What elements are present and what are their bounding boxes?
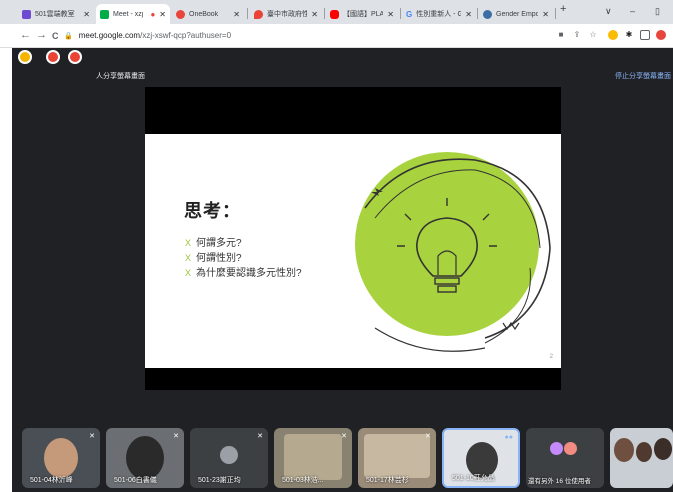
location-pin-icon	[254, 9, 263, 19]
meet-area: 人分享螢幕畫面 停止分享螢幕畫面 思考： X 何謂多元? X 何謂性別? X 為…	[12, 48, 673, 492]
close-icon[interactable]: ✕	[311, 10, 318, 19]
lock-icon: 🔒	[64, 33, 73, 40]
close-icon[interactable]: ✕	[542, 10, 549, 19]
more-participants-tile[interactable]: 還有另外 16 位使用者	[526, 428, 604, 488]
participant-tile[interactable]: ✕ 501-17林芸杉	[358, 428, 436, 488]
participant-tile[interactable]: ✕ 501-03林浩...	[274, 428, 352, 488]
mic-off-icon: ✕	[425, 433, 431, 440]
mic-off-icon: ✕	[89, 433, 95, 440]
profile-avatar[interactable]	[656, 30, 666, 40]
avatar	[550, 442, 563, 455]
meet-favicon-icon	[100, 9, 109, 19]
participant-tile[interactable]: ✕ 501-04林沂峰	[22, 428, 100, 488]
speaking-icon: ●●	[504, 434, 513, 441]
participant-tile[interactable]: ✕ 501-06白書儀	[106, 428, 184, 488]
google-icon: G	[406, 9, 413, 19]
slide-bullets: X 何謂多元? X 何謂性別? X 為什麼要認識多元性別?	[185, 236, 302, 281]
participant-tile-speaking[interactable]: ●● 501-10莊允晶	[442, 428, 520, 488]
participant-video	[284, 434, 342, 480]
participant-video	[636, 442, 652, 462]
avatar	[564, 442, 577, 455]
tab-gender-empo[interactable]: Gender Empo ✕	[479, 4, 553, 24]
participant-bubble-icon[interactable]	[18, 50, 32, 64]
tab-meet[interactable]: Meet - xzj ● ✕	[96, 4, 170, 24]
url-field[interactable]: 🔒 meet.google.com/xzj-xswf-qcp?authuser=0	[64, 31, 231, 40]
close-icon[interactable]: ✕	[159, 10, 166, 19]
youtube-icon	[330, 9, 339, 19]
bullet-item: X 何謂性別?	[185, 253, 242, 264]
wordpress-icon	[483, 9, 492, 19]
tab-search-button[interactable]: ∨	[605, 6, 612, 17]
tab-onebook[interactable]: OneBook ✕	[172, 4, 244, 24]
slide-title: 思考：	[184, 201, 241, 221]
tab-501-classroom[interactable]: 501雲端教室 ✕	[18, 4, 94, 24]
reload-button[interactable]: C	[52, 31, 59, 41]
presentation-bar: 人分享螢幕畫面 停止分享螢幕畫面	[12, 50, 673, 81]
participant-tile[interactable]	[610, 428, 673, 488]
recording-dot-icon: ●	[150, 9, 156, 19]
participant-bubble-icon[interactable]	[46, 50, 60, 64]
close-icon[interactable]: ✕	[233, 10, 240, 19]
participant-video	[126, 436, 164, 480]
camera-icon[interactable]: ■	[556, 30, 566, 40]
tab-google-search[interactable]: G 性別重新人 - G ✕	[402, 4, 476, 24]
extension-icon[interactable]	[608, 30, 618, 40]
lightbulb-illustration	[355, 152, 551, 352]
new-tab-button[interactable]: +	[560, 3, 566, 15]
maximize-button[interactable]: ▯	[655, 6, 660, 17]
participant-video	[614, 438, 634, 462]
stop-presenting-button[interactable]: 停止分享螢幕畫面	[615, 71, 671, 81]
slide: 思考： X 何謂多元? X 何謂性別? X 為什麼要認識多元性別? 2	[145, 134, 561, 368]
participant-video	[44, 438, 78, 478]
address-bar: ← → C 🔒 meet.google.com/xzj-xswf-qcp?auth…	[0, 24, 673, 48]
share-icon[interactable]: ⇪	[572, 30, 582, 40]
close-icon[interactable]: ✕	[465, 10, 472, 19]
classroom-favicon-icon	[22, 9, 31, 19]
bullet-item: X 何謂多元?	[185, 238, 242, 249]
close-icon[interactable]: ✕	[387, 10, 394, 19]
side-panel-icon[interactable]	[640, 30, 650, 40]
onebook-favicon-icon	[176, 9, 185, 19]
tab-taichung[interactable]: 臺中市政府性別 ✕	[250, 4, 322, 24]
mic-off-icon: ✕	[173, 433, 179, 440]
avatar	[220, 446, 238, 464]
participant-bubble-icon[interactable]	[68, 50, 82, 64]
bookmark-star-icon[interactable]: ☆	[588, 30, 598, 40]
slide-page-number: 2	[549, 354, 553, 360]
mic-off-icon: ✕	[341, 433, 347, 440]
presentation-video: 思考： X 何謂多元? X 何謂性別? X 為什麼要認識多元性別? 2	[145, 87, 561, 390]
puzzle-extensions-icon[interactable]: ✱	[624, 30, 634, 40]
forward-button[interactable]: →	[36, 29, 47, 41]
presenting-label: 人分享螢幕畫面	[96, 73, 145, 80]
participant-video	[654, 438, 672, 460]
tab-strip: 501雲端教室 ✕ Meet - xzj ● ✕ OneBook ✕ 臺中市政府…	[0, 0, 673, 24]
bullet-item: X 為什麼要認識多元性別?	[185, 268, 302, 279]
participant-tile[interactable]: ✕ 501-23謝正均	[190, 428, 268, 488]
minimize-button[interactable]: –	[630, 6, 635, 16]
back-button[interactable]: ←	[20, 29, 31, 41]
close-icon[interactable]: ✕	[83, 10, 90, 19]
tab-youtube[interactable]: 【國語】PLAY ✕	[326, 4, 398, 24]
mic-off-icon: ✕	[257, 433, 263, 440]
participant-video	[364, 434, 430, 478]
